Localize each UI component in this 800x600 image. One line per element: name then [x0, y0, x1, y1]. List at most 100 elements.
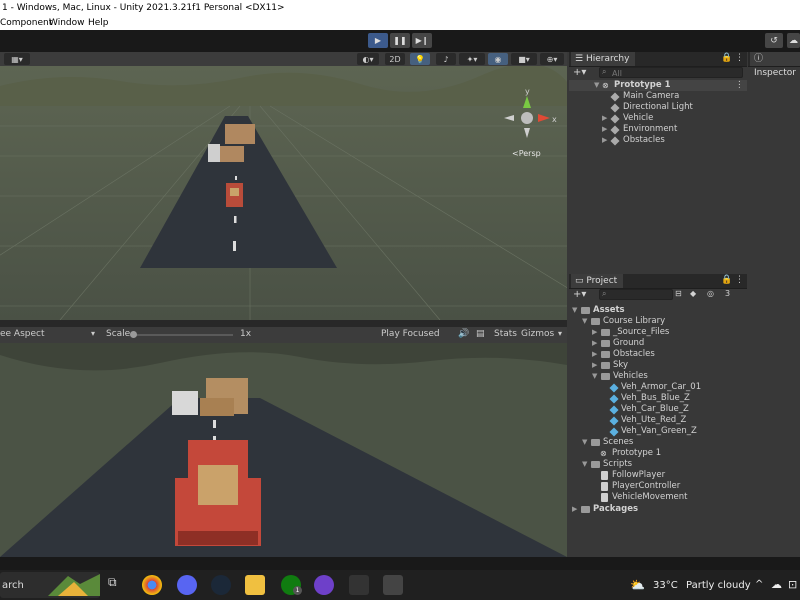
stats-button[interactable]: Stats: [494, 329, 517, 339]
scene-view[interactable]: y x: [0, 66, 567, 320]
search-by-type-icon[interactable]: ⊟: [675, 289, 682, 298]
account-button[interactable]: ☁: [787, 33, 800, 48]
lighting-toggle[interactable]: 💡: [410, 53, 430, 65]
hierarchy-search-input[interactable]: All: [599, 67, 743, 78]
folder-icon: [591, 439, 600, 446]
2d-toggle[interactable]: 2D: [385, 53, 405, 65]
expand-arrow-icon[interactable]: ▶: [592, 349, 597, 360]
scale-slider-thumb[interactable]: [130, 331, 137, 338]
expand-arrow-icon[interactable]: ▶: [592, 360, 597, 371]
file-explorer-icon[interactable]: [245, 575, 265, 595]
expand-arrow-icon[interactable]: ▶: [592, 338, 597, 349]
keyboard-icon[interactable]: ▤: [476, 329, 485, 339]
collapse-arrow-icon[interactable]: ▼: [582, 459, 587, 470]
tab-hierarchy[interactable]: ☰ Hierarchy: [571, 52, 636, 66]
camera-dropdown[interactable]: ■▾: [511, 53, 537, 65]
hierarchy-item-label: Directional Light: [623, 102, 693, 112]
pause-button[interactable]: ❚❚: [390, 33, 410, 48]
unity-hub-icon[interactable]: [349, 575, 369, 595]
tree-label: Prototype 1: [612, 448, 662, 458]
tray-chevron-icon[interactable]: ^: [755, 579, 763, 590]
tree-label: PlayerController: [612, 481, 681, 491]
expand-arrow-icon[interactable]: ▶: [572, 504, 577, 515]
collapse-arrow-icon[interactable]: ▼: [572, 305, 577, 316]
gizmos-button[interactable]: Gizmos: [521, 329, 554, 339]
hidden-packages-icon[interactable]: ◎: [707, 289, 714, 298]
effects-dropdown[interactable]: ✦▾: [459, 53, 485, 65]
inspector-panel: ⓘ Inspector: [748, 52, 800, 557]
menu-window[interactable]: Window: [49, 16, 85, 30]
csharp-script-icon: [601, 482, 608, 491]
create-asset-button[interactable]: +▾: [573, 289, 586, 300]
xbox-icon[interactable]: 1: [281, 575, 302, 595]
network-icon[interactable]: ⊡: [788, 578, 797, 591]
expand-arrow-icon[interactable]: ▶: [602, 124, 607, 135]
persp-label[interactable]: <Persp: [512, 149, 541, 158]
search-by-label-icon[interactable]: ◆: [690, 289, 696, 298]
steam-icon[interactable]: [211, 575, 231, 595]
chrome-icon[interactable]: [142, 575, 162, 595]
game-view[interactable]: [0, 343, 567, 557]
shading-dropdown[interactable]: ◐▾: [357, 53, 379, 65]
folder-icon: [601, 329, 610, 336]
tab-inspector[interactable]: ⓘ Inspector: [750, 52, 800, 78]
scene-canvas[interactable]: y x: [0, 66, 567, 320]
aspect-dropdown[interactable]: ee Aspect: [0, 329, 45, 339]
scale-slider[interactable]: [130, 331, 233, 338]
add-object-button[interactable]: +▾: [573, 67, 586, 78]
step-button[interactable]: ▶❙: [412, 33, 432, 48]
hierarchy-item-directional-light[interactable]: Directional Light: [569, 102, 747, 113]
hierarchy-item-vehicle[interactable]: ▶ Vehicle: [569, 113, 747, 124]
gizmos-dropdown[interactable]: ⊕▾: [540, 53, 564, 65]
scene-more-icon[interactable]: ⋮: [735, 80, 744, 91]
audio-toggle[interactable]: ♪: [436, 53, 456, 65]
mute-audio-icon[interactable]: 🔊: [458, 329, 469, 339]
unity-editor-icon[interactable]: [383, 575, 403, 595]
weather-temperature[interactable]: 33°C: [653, 580, 678, 591]
github-icon[interactable]: [314, 575, 334, 595]
prefab-icon: [609, 383, 619, 393]
collapse-arrow-icon[interactable]: ▼: [582, 437, 587, 448]
expand-arrow-icon[interactable]: ▶: [592, 327, 597, 338]
camera-icon: ■▾: [518, 54, 530, 64]
scene-root-row[interactable]: ▼ ⊗ Prototype 1 ⋮: [569, 80, 747, 91]
expand-arrow-icon[interactable]: ▶: [602, 135, 607, 146]
light-bulb-icon: 💡: [415, 54, 425, 64]
taskbar-search-text: arch: [2, 580, 24, 591]
scale-label: Scale: [106, 329, 131, 339]
history-button[interactable]: ↺: [765, 33, 783, 48]
weather-text[interactable]: Partly cloudy: [686, 580, 751, 591]
taskbar-search[interactable]: arch: [0, 572, 100, 598]
play-button[interactable]: ▶: [368, 33, 388, 48]
unity-scene-icon: ⊗: [602, 81, 609, 90]
expand-arrow-icon[interactable]: ▶: [602, 113, 607, 124]
collapse-arrow-icon[interactable]: ▼: [592, 371, 597, 382]
draw-mode-dropdown[interactable]: ▦▾: [4, 53, 30, 65]
collapse-arrow-icon[interactable]: ▼: [594, 80, 599, 91]
lock-icon[interactable]: 🔒: [721, 53, 732, 63]
project-lock-icon[interactable]: 🔒: [721, 275, 732, 285]
onedrive-icon[interactable]: ☁: [771, 578, 782, 591]
gizmo-globe-icon: ⊕▾: [546, 54, 558, 64]
task-view-icon[interactable]: ⧉: [108, 575, 128, 595]
hierarchy-item-label: Vehicle: [623, 113, 654, 123]
project-more-icon[interactable]: ⋮: [735, 275, 744, 285]
menu-help[interactable]: Help: [88, 16, 109, 30]
game-canvas[interactable]: [0, 343, 567, 557]
eye-icon: ◉: [494, 54, 502, 64]
visibility-toggle[interactable]: ◉: [488, 53, 508, 65]
tab-project[interactable]: ▭ Project: [571, 274, 624, 288]
panel-splitter[interactable]: [0, 320, 567, 327]
menu-component[interactable]: Component: [0, 16, 52, 30]
hierarchy-item-obstacles[interactable]: ▶ Obstacles: [569, 135, 747, 146]
collapse-arrow-icon[interactable]: ▼: [582, 316, 587, 327]
discord-icon[interactable]: [177, 575, 197, 595]
more-options-icon[interactable]: ⋮: [735, 53, 744, 63]
folder-icon: [581, 307, 590, 314]
weather-icon[interactable]: ⛅: [630, 578, 645, 592]
prefab-icon: [609, 405, 619, 415]
project-search-input[interactable]: [599, 289, 673, 300]
play-mode-dropdown[interactable]: Play Focused: [381, 329, 440, 339]
hierarchy-item-main-camera[interactable]: Main Camera: [569, 91, 747, 102]
hierarchy-item-environment[interactable]: ▶ Environment: [569, 124, 747, 135]
